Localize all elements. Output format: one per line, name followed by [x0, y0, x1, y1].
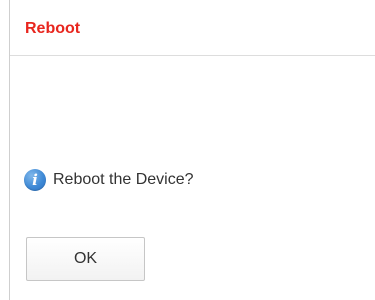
- panel-title: Reboot: [25, 20, 81, 37]
- reboot-panel: Reboot i Reboot the Device? OK: [9, 0, 375, 300]
- panel-header: Reboot: [10, 0, 375, 56]
- info-icon: i: [24, 169, 46, 191]
- message-text: Reboot the Device?: [53, 171, 194, 188]
- reboot-message: i Reboot the Device?: [24, 167, 194, 193]
- ok-button[interactable]: OK: [26, 237, 145, 281]
